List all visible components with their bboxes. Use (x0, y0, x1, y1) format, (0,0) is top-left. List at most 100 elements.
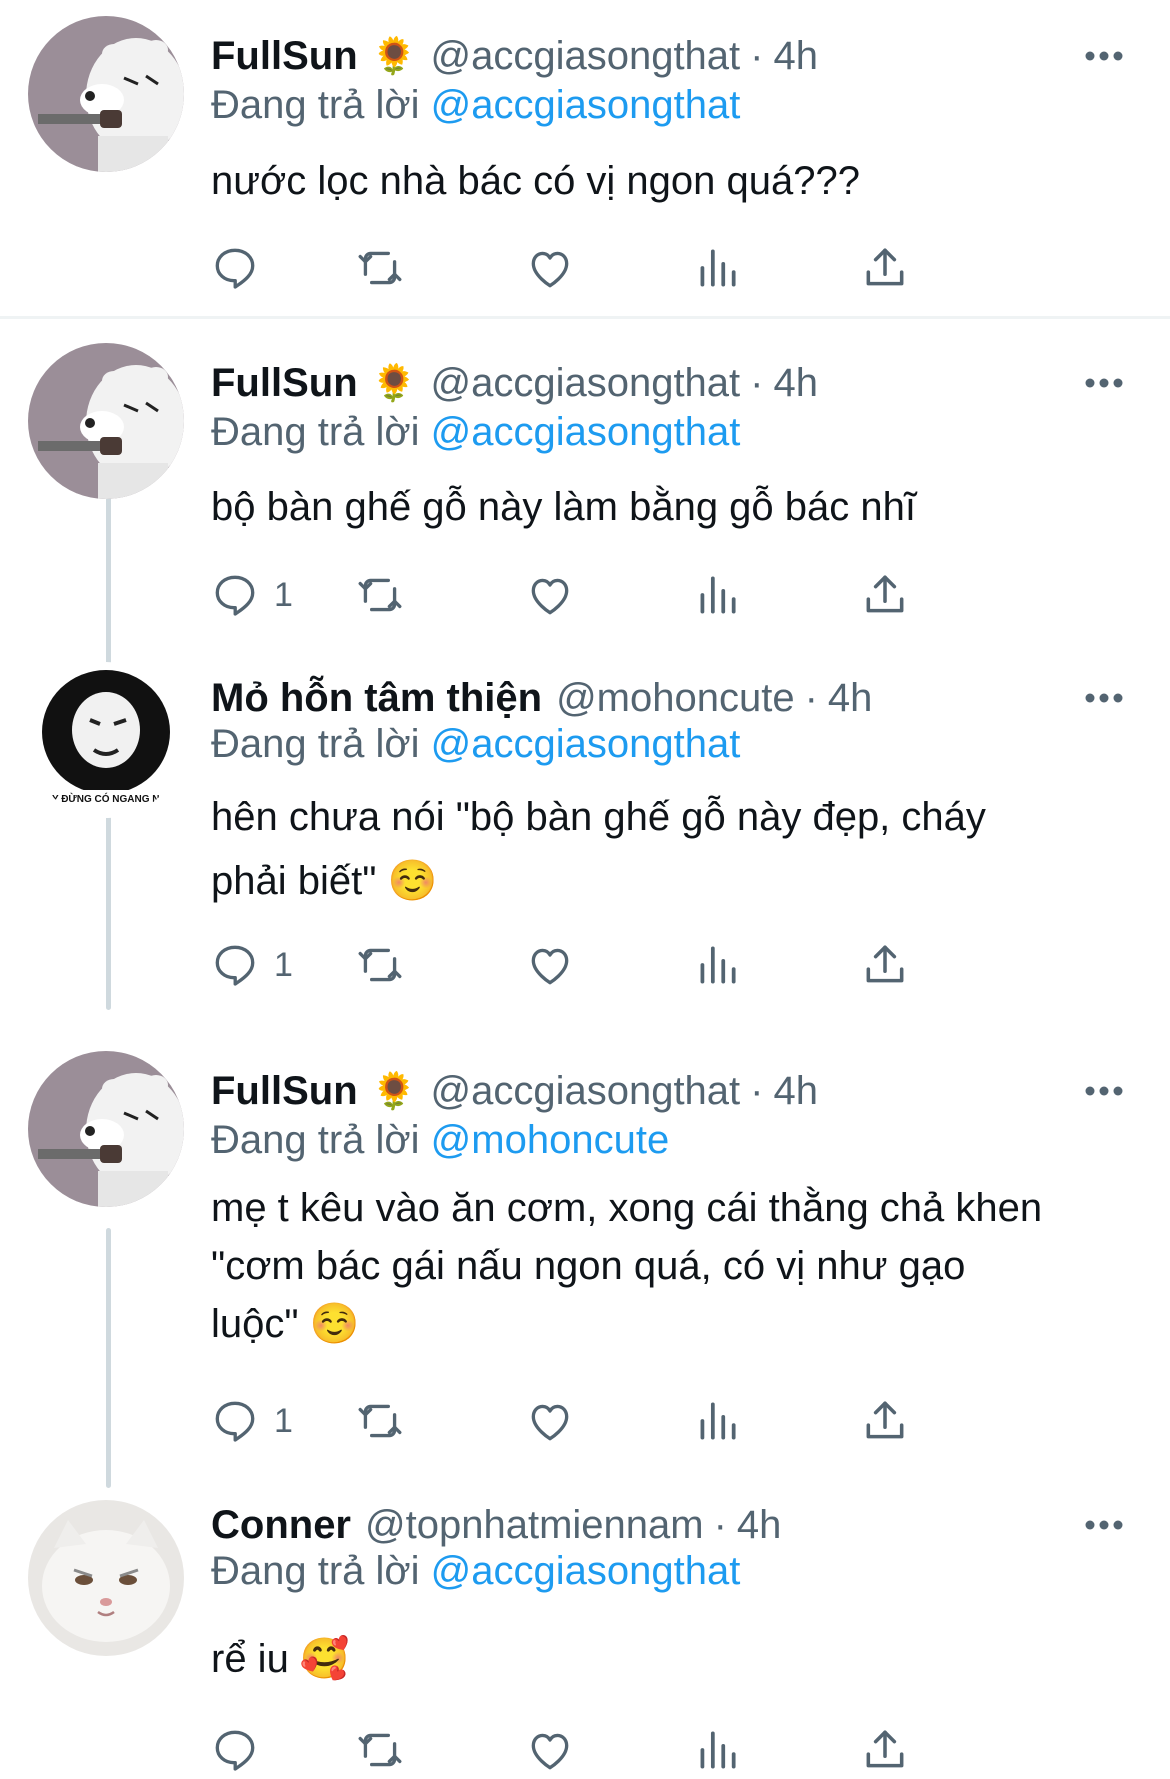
replying-to: Đang trả lời @accgiasongthat (211, 1549, 740, 1594)
replying-to: Đang trả lời @mohoncute (211, 1118, 669, 1163)
avatar-conner[interactable] (28, 1500, 184, 1656)
share-button[interactable] (860, 1722, 910, 1778)
replying-to: Đang trả lời @accgiasongthat (211, 83, 740, 128)
avatar-fullsun[interactable] (28, 16, 184, 172)
replying-to: Đang trả lời @accgiasongthat (211, 410, 740, 455)
retweet-button[interactable] (355, 1722, 405, 1778)
tweet[interactable]: FullSun 🌻 @accgiasongthat · 4h Đang trả … (0, 16, 1170, 318)
like-button[interactable] (525, 1393, 575, 1449)
tweet-header: FullSun 🌻 @accgiasongthat · 4h (211, 355, 1050, 411)
like-button[interactable] (525, 240, 575, 296)
display-name[interactable]: Mỏ hỗn tâm thiện (211, 676, 542, 721)
timestamp[interactable]: 4h (737, 1503, 782, 1548)
display-name[interactable]: FullSun (211, 361, 358, 406)
share-button[interactable] (860, 937, 910, 993)
bar-chart-icon (700, 1731, 736, 1769)
tweet-actions (210, 240, 1040, 296)
three-dots-icon (1085, 1086, 1123, 1096)
share-button[interactable] (860, 240, 910, 296)
heart-icon (531, 948, 569, 985)
timestamp[interactable]: 4h (773, 361, 818, 406)
tweet[interactable]: Conner @topnhatmiennam · 4h Đang trả lời… (0, 1497, 1170, 1779)
display-name[interactable]: FullSun (211, 1069, 358, 1114)
retweet-icon (358, 578, 402, 612)
share-button[interactable] (860, 1393, 910, 1449)
tweet-text: nước lọc nhà bác có vị ngon quá??? (211, 159, 861, 203)
reply-button[interactable]: 1 (210, 567, 293, 623)
tweet-header: Mỏ hỗn tâm thiện @mohoncute · 4h (211, 670, 1050, 726)
mention-link[interactable]: @accgiasongthat (431, 722, 741, 766)
bear-avatar-icon (28, 16, 184, 172)
user-handle[interactable]: @accgiasongthat (430, 1069, 740, 1114)
replying-prefix: Đang trả lời (211, 83, 420, 127)
retweet-button[interactable] (355, 937, 405, 993)
tweet[interactable]: MÀY ĐỪNG CÓ NGANG NGƯ Mỏ hỗn tâm thiện @… (0, 662, 1170, 1020)
heart-icon (531, 578, 569, 615)
tweet-divider (0, 316, 1170, 319)
mention-link[interactable]: @accgiasongthat (431, 83, 741, 127)
tweet[interactable]: FullSun 🌻 @accgiasongthat · 4h Đang trả … (0, 1051, 1170, 1483)
share-button[interactable] (860, 567, 910, 623)
retweet-button[interactable] (355, 1393, 405, 1449)
user-handle[interactable]: @accgiasongthat (430, 34, 740, 79)
avatar-fullsun[interactable] (28, 343, 184, 499)
reply-icon (215, 1730, 255, 1771)
mention-link[interactable]: @accgiasongthat (431, 1549, 741, 1593)
user-handle[interactable]: @topnhatmiennam (365, 1503, 704, 1548)
retweet-icon (358, 251, 402, 285)
retweet-icon (358, 1733, 402, 1767)
timestamp[interactable]: 4h (773, 1069, 818, 1114)
user-handle[interactable]: @accgiasongthat (430, 361, 740, 406)
timestamp[interactable]: 4h (773, 34, 818, 79)
like-button[interactable] (525, 1722, 575, 1778)
tweet-text: mẹ t kêu vào ăn cơm, xong cái thằng chả … (211, 1186, 1043, 1346)
replying-prefix: Đang trả lời (211, 1118, 420, 1162)
tweet-text: bộ bàn ghế gỗ này làm bằng gỗ bác nhĩ (211, 485, 916, 529)
sunflower-badge-icon: 🌻 (371, 362, 417, 403)
sunflower-badge-icon: 🌻 (371, 35, 417, 76)
separator: · (750, 360, 764, 405)
views-button[interactable] (692, 937, 742, 993)
mention-link[interactable]: @accgiasongthat (431, 410, 741, 454)
reply-icon (215, 575, 255, 616)
display-name[interactable]: FullSun (211, 34, 358, 79)
heart-icon (531, 1733, 569, 1770)
reply-button[interactable]: 1 (210, 1393, 293, 1449)
tweet-header: FullSun 🌻 @accgiasongthat · 4h (211, 1063, 1050, 1119)
more-options-button[interactable] (1080, 670, 1128, 726)
views-button[interactable] (692, 567, 742, 623)
retweet-icon (358, 1404, 402, 1438)
share-icon (866, 1401, 904, 1439)
views-button[interactable] (692, 240, 742, 296)
more-options-button[interactable] (1080, 1063, 1128, 1119)
three-dots-icon (1085, 51, 1123, 61)
avatar-fullsun[interactable] (28, 1051, 184, 1207)
retweet-button[interactable] (355, 567, 405, 623)
reply-button[interactable] (210, 240, 274, 296)
display-name[interactable]: Conner (211, 1503, 351, 1548)
reply-button[interactable]: 1 (210, 937, 293, 993)
views-button[interactable] (692, 1393, 742, 1449)
timestamp[interactable]: 4h (828, 676, 873, 721)
avatar-mohoncute[interactable]: MÀY ĐỪNG CÓ NGANG NGƯ (28, 662, 184, 818)
heart-icon (531, 251, 569, 288)
more-options-button[interactable] (1080, 28, 1128, 84)
reply-button[interactable] (210, 1722, 274, 1778)
mention-link[interactable]: @mohoncute (431, 1118, 670, 1162)
reply-icon (215, 248, 255, 289)
tweet-actions: 1 (210, 937, 1040, 993)
tweet-header: FullSun 🌻 @accgiasongthat · 4h (211, 28, 1050, 84)
views-button[interactable] (692, 1722, 742, 1778)
tweet[interactable]: FullSun 🌻 @accgiasongthat · 4h Đang trả … (0, 343, 1170, 645)
user-handle[interactable]: @mohoncute (556, 676, 795, 721)
like-button[interactable] (525, 567, 575, 623)
replying-prefix: Đang trả lời (211, 410, 420, 454)
like-button[interactable] (525, 937, 575, 993)
bar-chart-icon (700, 946, 736, 984)
replying-prefix: Đang trả lời (211, 722, 420, 766)
separator: · (804, 675, 818, 720)
reply-count: 1 (274, 945, 293, 984)
retweet-button[interactable] (355, 240, 405, 296)
more-options-button[interactable] (1080, 1497, 1128, 1553)
more-options-button[interactable] (1080, 355, 1128, 411)
